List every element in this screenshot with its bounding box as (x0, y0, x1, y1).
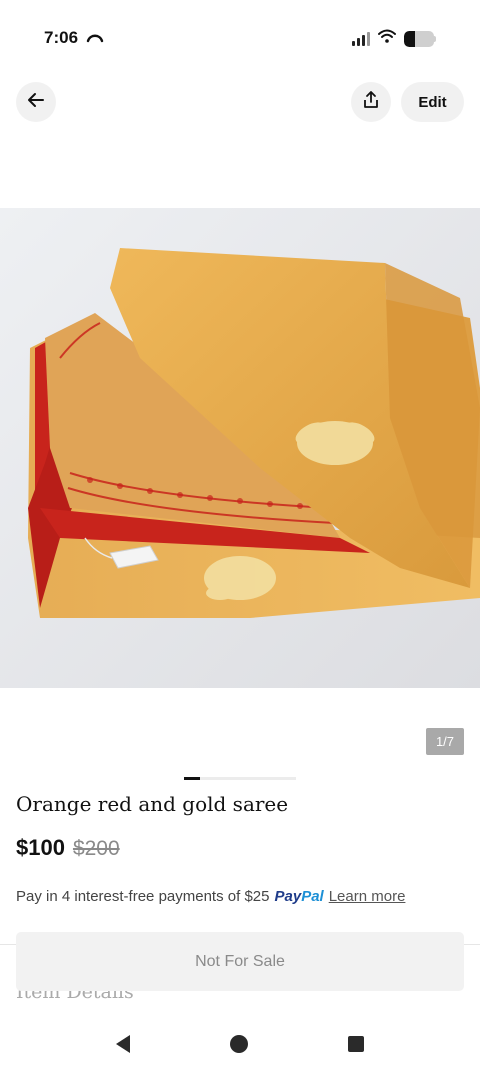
square-recents-icon[interactable] (340, 1028, 372, 1060)
battery-icon (404, 30, 436, 47)
share-button[interactable] (351, 82, 391, 122)
status-bar: 7:06 (0, 0, 480, 76)
not-for-sale-button[interactable]: Not For Sale (16, 932, 464, 991)
gallery-progress-active (184, 777, 200, 780)
system-nav-bar (0, 1018, 480, 1071)
wifi-icon (378, 29, 396, 48)
status-icons (352, 29, 436, 48)
product-title: Orange red and gold saree (16, 792, 289, 816)
original-price: $200 (72, 837, 120, 860)
current-price: $100 (16, 835, 65, 860)
price-row: $100 $200 (16, 835, 120, 861)
status-time: 7:06 (44, 28, 79, 47)
signal-icon (352, 31, 370, 46)
paypal-text: Pay in 4 interest-free payments of $25 (16, 888, 270, 905)
learn-more-link[interactable]: Learn more (329, 888, 406, 905)
image-counter: 1/7 (426, 728, 464, 755)
circle-home-icon[interactable] (223, 1028, 255, 1060)
triangle-back-icon[interactable] (107, 1028, 139, 1060)
paypal-logo: PayPal (274, 888, 324, 905)
missed-call-icon (86, 30, 104, 48)
edit-button[interactable]: Edit (401, 82, 464, 122)
gallery-progress (184, 777, 296, 780)
share-icon (361, 90, 381, 115)
arrow-left-icon (26, 90, 46, 115)
product-image[interactable] (0, 208, 480, 688)
saree-photo (0, 208, 480, 688)
back-button[interactable] (16, 82, 56, 122)
paypal-installments: Pay in 4 interest-free payments of $25 P… (16, 888, 405, 905)
